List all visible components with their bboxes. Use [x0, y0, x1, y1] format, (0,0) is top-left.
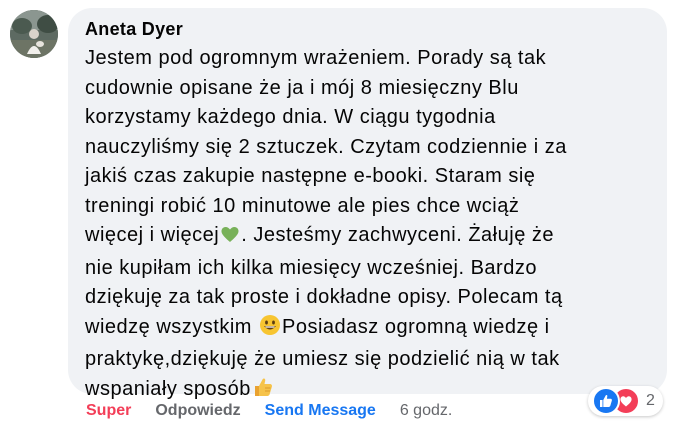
comment-line: jakiś czas zakupie następne e-booki. Sta… [85, 165, 536, 187]
comment-text-segment: więcej i więcej [85, 224, 220, 246]
comment-text-segment: wspaniały sposób [85, 377, 251, 400]
comment-line: praktykę,dziękuję że umiesz się podzieli… [85, 348, 560, 370]
grinning-face-icon [259, 314, 281, 346]
comment-text-segment: wiedzę wszystkim [85, 315, 258, 338]
comment-line: treningi robić 10 minutowe ale pies chce… [85, 194, 520, 217]
comment-text: Jestem pod ogromnym wrażeniem. Porady są… [85, 44, 651, 407]
comment-line: wiedzę wszystkim Posiadasz ogromną wiedz… [85, 313, 651, 346]
comment-line: cudownie opisane że ja i mój 8 miesięczn… [85, 76, 519, 99]
reactions-summary[interactable]: 2 [588, 386, 663, 416]
avatar[interactable] [10, 10, 58, 58]
comment-line: dziękuję za tak proste i dokładne opisy.… [85, 286, 563, 308]
super-reaction-button[interactable]: Super [86, 399, 131, 423]
green-heart-icon [220, 224, 240, 254]
comment-timestamp[interactable]: 6 godz. [400, 399, 452, 423]
comment-line: Jestem pod ogromnym wrażeniem. Porady są… [85, 47, 547, 69]
comment-line: więcej i więcej . Jesteśmy zachwyceni. Ża… [85, 221, 651, 254]
like-icon [592, 387, 620, 415]
reaction-count: 2 [646, 392, 655, 409]
comment-text-segment: . Jesteśmy zachwyceni. Żałuję że [241, 224, 554, 246]
comment-bubble: Aneta Dyer Jestem pod ogromnym wrażeniem… [68, 8, 667, 400]
avatar-photo-icon [10, 10, 58, 58]
comment-author[interactable]: Aneta Dyer [85, 17, 651, 41]
reply-button[interactable]: Odpowiedz [155, 399, 240, 423]
comment-line: korzystamy każdego dnia. W ciągu tygodni… [85, 106, 496, 128]
send-message-button[interactable]: Send Message [265, 399, 376, 423]
comment-line: nie kupiłam ich kilka miesięcy wcześniej… [85, 256, 537, 279]
comment-page: Aneta Dyer Jestem pod ogromnym wrażeniem… [0, 0, 676, 432]
comment-actions: Super Odpowiedz Send Message 6 godz. [86, 399, 452, 423]
comment-line: nauczyliśmy się 2 sztuczek. Czytam codzi… [85, 135, 567, 158]
comment-text-segment: Posiadasz ogromną wiedzę i [281, 315, 550, 338]
